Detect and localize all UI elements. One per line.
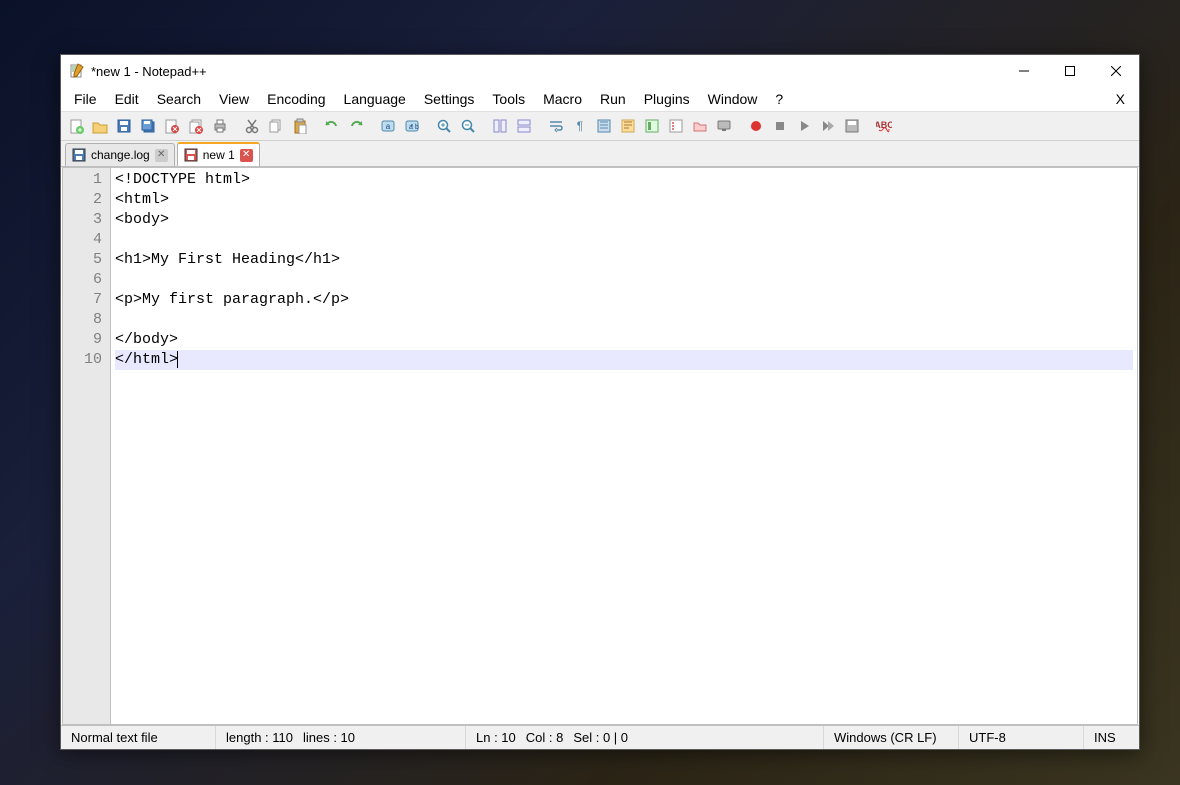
- indent-guide-icon[interactable]: [593, 115, 615, 137]
- zoom-out-icon[interactable]: [457, 115, 479, 137]
- menu-language[interactable]: Language: [335, 89, 415, 109]
- close-all-icon[interactable]: [185, 115, 207, 137]
- folder-icon[interactable]: [689, 115, 711, 137]
- sync-v-icon[interactable]: [489, 115, 511, 137]
- status-encoding: UTF-8: [959, 726, 1084, 749]
- tab-label: change.log: [91, 148, 150, 162]
- document-tab-bar: change.log ✕ new 1 ✕: [61, 141, 1139, 167]
- window-title: *new 1 - Notepad++: [91, 64, 207, 79]
- toolbar: a ab ¶ ABC: [61, 111, 1139, 141]
- notepad-plus-plus-window: *new 1 - Notepad++ FileEditSearchViewEnc…: [60, 54, 1140, 750]
- window-controls: [1001, 55, 1139, 87]
- statusbar: Normal text file length : 110lines : 10 …: [61, 725, 1139, 749]
- all-chars-icon[interactable]: ¶: [569, 115, 591, 137]
- record-icon[interactable]: [745, 115, 767, 137]
- code-line-6[interactable]: [115, 270, 1133, 290]
- play-icon[interactable]: [793, 115, 815, 137]
- menu-search[interactable]: Search: [148, 89, 210, 109]
- tab-close-button[interactable]: ✕: [240, 149, 253, 162]
- monitor-icon[interactable]: [713, 115, 735, 137]
- menu-edit[interactable]: Edit: [106, 89, 148, 109]
- code-line-2[interactable]: <html>: [115, 190, 1133, 210]
- menu-file[interactable]: File: [65, 89, 106, 109]
- menu-settings[interactable]: Settings: [415, 89, 484, 109]
- menu-tools[interactable]: Tools: [483, 89, 534, 109]
- document-tab-0[interactable]: change.log ✕: [65, 143, 175, 166]
- doc-map-icon[interactable]: [641, 115, 663, 137]
- menu-run[interactable]: Run: [591, 89, 635, 109]
- save-macro-icon[interactable]: [841, 115, 863, 137]
- copy-icon[interactable]: [265, 115, 287, 137]
- status-ins: INS: [1084, 726, 1139, 749]
- menu-view[interactable]: View: [210, 89, 258, 109]
- document-tab-1[interactable]: new 1 ✕: [177, 142, 260, 166]
- editor-area: 12345678910 <!DOCTYPE html><html><body><…: [62, 167, 1138, 725]
- close-document-button[interactable]: X: [1106, 89, 1135, 109]
- code-line-1[interactable]: <!DOCTYPE html>: [115, 170, 1133, 190]
- stop-icon[interactable]: [769, 115, 791, 137]
- menu-plugins[interactable]: Plugins: [635, 89, 699, 109]
- menu-help[interactable]: ?: [766, 89, 792, 109]
- line-number-gutter: 12345678910: [63, 168, 111, 724]
- svg-text:a: a: [386, 122, 391, 131]
- disk-red-icon: [184, 148, 198, 162]
- find-icon[interactable]: a: [377, 115, 399, 137]
- tab-label: new 1: [203, 148, 235, 162]
- code-line-5[interactable]: <h1>My First Heading</h1>: [115, 250, 1133, 270]
- menubar: FileEditSearchViewEncodingLanguageSettin…: [61, 87, 1139, 111]
- code-editor[interactable]: <!DOCTYPE html><html><body> <h1>My First …: [111, 168, 1137, 724]
- open-file-icon[interactable]: [89, 115, 111, 137]
- print-icon[interactable]: [209, 115, 231, 137]
- status-eol: Windows (CR LF): [824, 726, 959, 749]
- replace-icon[interactable]: ab: [401, 115, 423, 137]
- menu-macro[interactable]: Macro: [534, 89, 591, 109]
- svg-text:¶: ¶: [577, 119, 583, 133]
- cut-icon[interactable]: [241, 115, 263, 137]
- redo-icon[interactable]: [345, 115, 367, 137]
- tab-close-button[interactable]: ✕: [155, 149, 168, 162]
- code-line-4[interactable]: [115, 230, 1133, 250]
- sync-h-icon[interactable]: [513, 115, 535, 137]
- code-line-8[interactable]: [115, 310, 1133, 330]
- maximize-button[interactable]: [1047, 55, 1093, 87]
- disk-blue-icon: [72, 148, 86, 162]
- code-line-9[interactable]: </body>: [115, 330, 1133, 350]
- status-length: length : 110lines : 10: [216, 726, 466, 749]
- zoom-in-icon[interactable]: [433, 115, 455, 137]
- code-line-3[interactable]: <body>: [115, 210, 1133, 230]
- undo-icon[interactable]: [321, 115, 343, 137]
- notepad-app-icon: [69, 63, 85, 79]
- code-line-10[interactable]: </html>: [115, 350, 1133, 370]
- titlebar[interactable]: *new 1 - Notepad++: [61, 55, 1139, 87]
- new-file-icon[interactable]: [65, 115, 87, 137]
- udl-icon[interactable]: [617, 115, 639, 137]
- play-multi-icon[interactable]: [817, 115, 839, 137]
- wrap-icon[interactable]: [545, 115, 567, 137]
- code-line-7[interactable]: <p>My first paragraph.</p>: [115, 290, 1133, 310]
- close-window-button[interactable]: [1093, 55, 1139, 87]
- menu-window[interactable]: Window: [699, 89, 767, 109]
- close-icon[interactable]: [161, 115, 183, 137]
- minimize-button[interactable]: [1001, 55, 1047, 87]
- func-list-icon[interactable]: [665, 115, 687, 137]
- save-icon[interactable]: [113, 115, 135, 137]
- status-filetype: Normal text file: [61, 726, 216, 749]
- status-position: Ln : 10Col : 8Sel : 0 | 0: [466, 726, 824, 749]
- menu-encoding[interactable]: Encoding: [258, 89, 334, 109]
- svg-text:b: b: [415, 124, 419, 131]
- spellcheck-icon[interactable]: ABC: [873, 115, 895, 137]
- paste-icon[interactable]: [289, 115, 311, 137]
- save-all-icon[interactable]: [137, 115, 159, 137]
